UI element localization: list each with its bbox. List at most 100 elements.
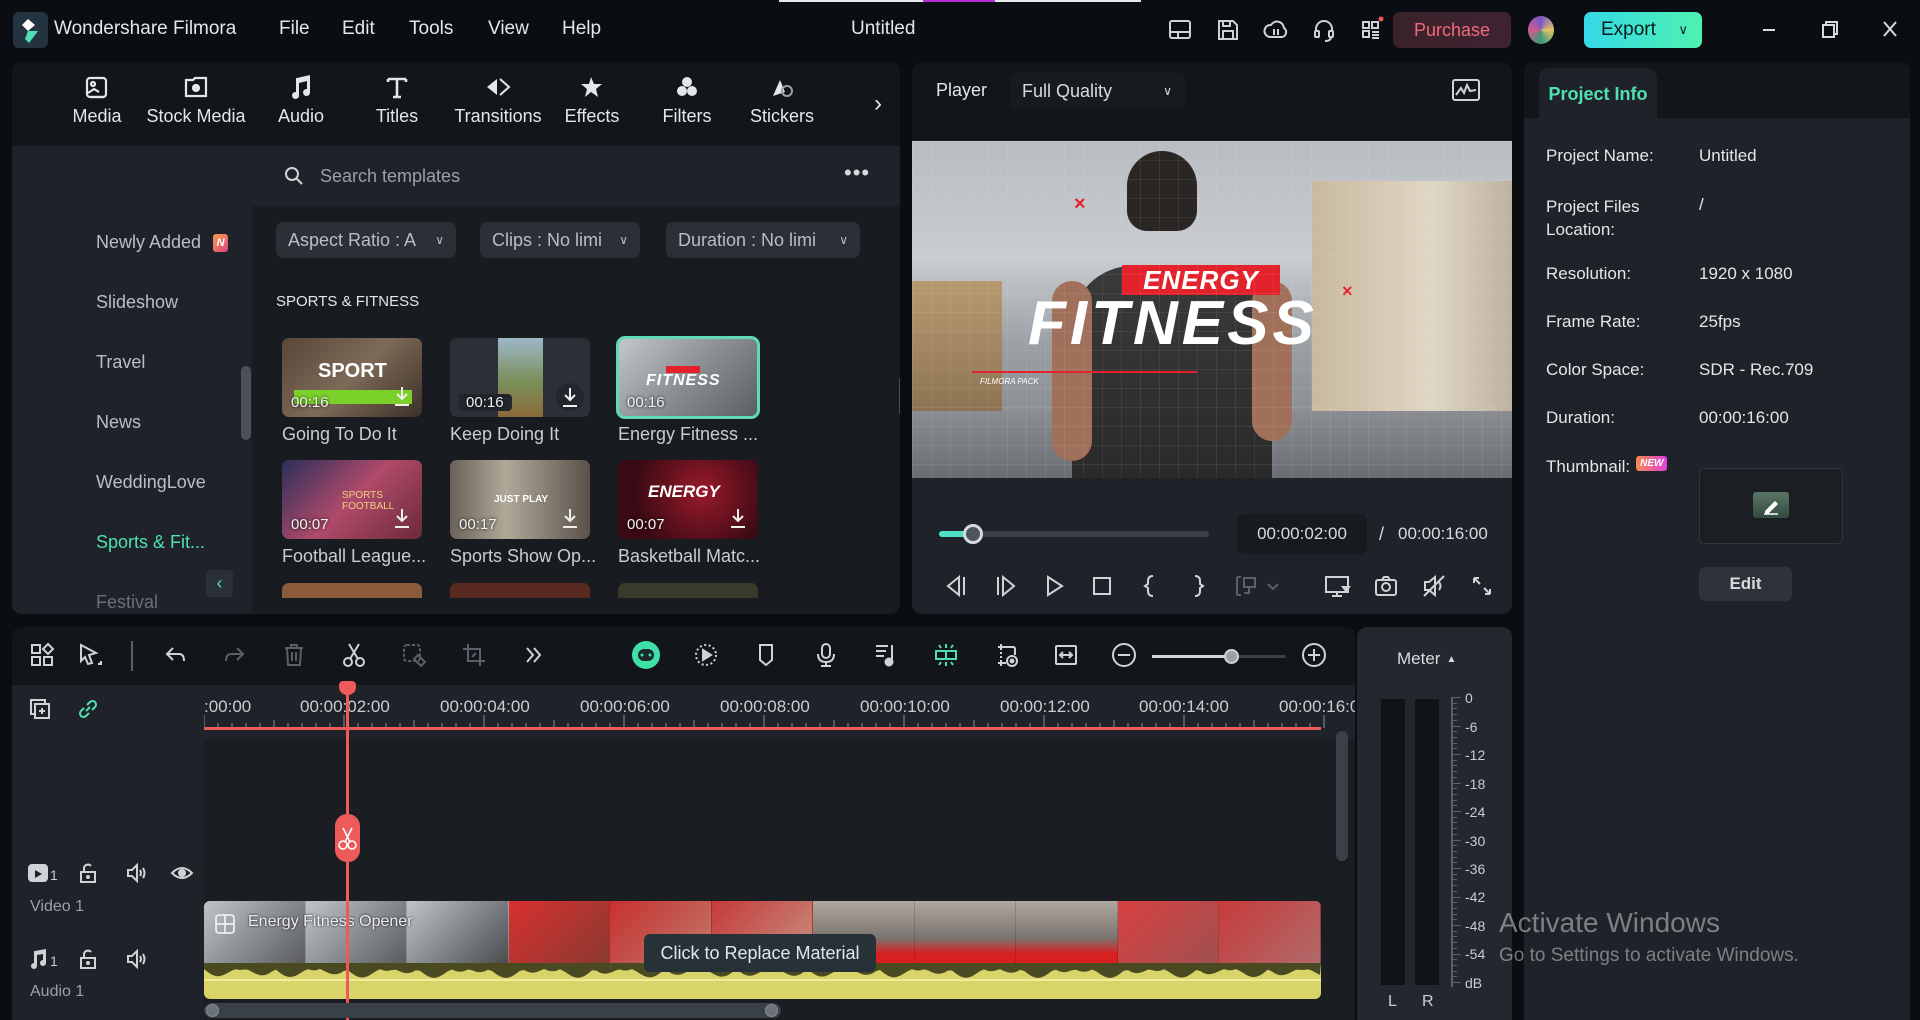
template-card-selected[interactable]: FITNESS 00:16 Energy Fitness ... (616, 336, 760, 445)
sidebar-item-sports-fitness[interactable]: Sports & Fit... (96, 532, 205, 553)
purchase-button[interactable]: Purchase (1393, 12, 1511, 48)
menu-view[interactable]: View (488, 18, 529, 40)
prev-frame-icon[interactable] (942, 572, 970, 600)
sidebar-item-news[interactable]: News (96, 412, 141, 433)
tab-audio[interactable]: Audio (266, 72, 336, 127)
template-card[interactable] (618, 583, 758, 598)
playback-scrubber[interactable] (939, 524, 1209, 544)
timeline-horizontal-scrollbar[interactable] (204, 1003, 781, 1018)
download-icon[interactable] (556, 383, 584, 411)
sidebar-item-slideshow[interactable]: Slideshow (96, 292, 178, 313)
tab-filters[interactable]: Filters (652, 72, 722, 127)
time-ruler[interactable]: :00:00 00:00:02:00 00:00:04:00 00:00:06:… (204, 685, 1355, 739)
ai-copilot-icon[interactable] (630, 639, 662, 671)
more-options-icon[interactable]: ••• (844, 160, 870, 186)
scroll-handle-left[interactable] (206, 1004, 219, 1017)
next-frame-icon[interactable] (992, 572, 1020, 600)
tab-effects[interactable]: Effects (557, 72, 627, 127)
microphone-icon[interactable] (812, 641, 840, 669)
save-icon[interactable] (1214, 16, 1242, 44)
download-icon[interactable] (392, 385, 412, 407)
download-icon[interactable] (560, 507, 580, 529)
tab-media[interactable]: Media (62, 72, 132, 127)
play-icon[interactable] (1040, 572, 1068, 600)
lock-icon[interactable] (76, 947, 100, 971)
timeline-tracks[interactable]: :00:00 00:00:02:00 00:00:04:00 00:00:06:… (204, 681, 1355, 1020)
template-card[interactable]: SPORTS FOOTBALL 00:07 Football League... (282, 460, 426, 567)
snap-icon[interactable] (932, 641, 960, 669)
timeline-vertical-scrollbar[interactable] (1336, 731, 1348, 861)
fit-timeline-icon[interactable] (1052, 641, 1080, 669)
current-timecode[interactable]: 00:00:02:00 (1237, 514, 1367, 554)
tab-stickers[interactable]: Stickers (744, 72, 820, 127)
menu-file[interactable]: File (279, 18, 310, 40)
mark-in-icon[interactable] (1136, 572, 1164, 600)
avatar[interactable] (1528, 16, 1554, 44)
video-preview[interactable]: ENERGY FITNESS FILMORA PACK × × (912, 141, 1512, 478)
template-card[interactable] (282, 583, 422, 598)
layout-icon[interactable] (1166, 16, 1194, 44)
thumbnail-box[interactable] (1699, 468, 1843, 544)
marker-icon[interactable] (752, 641, 780, 669)
more-tools-icon[interactable] (520, 641, 548, 669)
preview-render-icon[interactable] (992, 641, 1020, 669)
tab-transitions[interactable]: Transitions (450, 72, 546, 127)
edit-thumbnail-button[interactable]: Edit (1699, 567, 1792, 601)
add-track-icon[interactable] (28, 697, 52, 721)
cloud-icon[interactable] (1262, 16, 1290, 44)
clips-filter[interactable]: Clips : No limi ∨ (480, 222, 640, 258)
auto-beat-icon[interactable] (692, 641, 720, 669)
duration-filter[interactable]: Duration : No limi ∨ (666, 222, 860, 258)
menu-tools[interactable]: Tools (409, 18, 453, 40)
close-icon[interactable] (1875, 14, 1905, 44)
stop-icon[interactable] (1088, 572, 1116, 600)
zoom-out-icon[interactable] (1110, 641, 1138, 669)
link-icon[interactable] (76, 697, 100, 721)
search-input[interactable] (320, 160, 800, 192)
display-icon[interactable] (1323, 572, 1351, 600)
minimize-icon[interactable] (1754, 14, 1784, 44)
volume-icon[interactable] (124, 861, 148, 885)
download-icon[interactable] (392, 507, 412, 529)
template-card[interactable]: 00:16 Keep Doing It (450, 338, 590, 445)
chevron-down-icon[interactable]: ∨ (1678, 12, 1688, 48)
zoom-in-icon[interactable] (1300, 641, 1328, 669)
quality-dropdown[interactable]: Full Quality ∨ (1010, 73, 1186, 109)
template-card[interactable]: SPORT 00:16 Going To Do It (282, 338, 422, 445)
snapshot-icon[interactable] (1372, 572, 1400, 600)
template-card[interactable]: ENERGY 00:07 Basketball Matc... (618, 460, 760, 567)
export-button[interactable]: Export ∨ (1584, 12, 1702, 48)
headset-icon[interactable] (1310, 16, 1338, 44)
volume-icon[interactable] (124, 947, 148, 971)
menu-help[interactable]: Help (562, 18, 601, 40)
download-icon[interactable] (728, 507, 748, 529)
scopes-icon[interactable] (1452, 79, 1480, 101)
menu-edit[interactable]: Edit (342, 18, 375, 40)
replace-material-tooltip[interactable]: Click to Replace Material (644, 934, 876, 972)
select-tool-icon[interactable] (76, 641, 104, 669)
grid-scrollbar[interactable] (899, 376, 900, 416)
undo-icon[interactable] (162, 641, 190, 669)
aspect-ratio-filter[interactable]: Aspect Ratio : A ∨ (276, 222, 456, 258)
chevron-right-icon[interactable]: › (874, 90, 882, 118)
layout-grid-icon[interactable] (28, 641, 56, 669)
collapse-sidebar-icon[interactable]: ‹ (206, 570, 233, 597)
apps-icon[interactable] (1358, 16, 1386, 44)
timeline-zoom-slider[interactable] (1152, 649, 1286, 664)
zoom-slider-handle[interactable] (1224, 649, 1240, 664)
sidebar-item-travel[interactable]: Travel (96, 352, 145, 373)
meter-toggle[interactable]: Meter ▲ (1397, 649, 1456, 669)
restore-icon[interactable] (1815, 14, 1845, 44)
template-card[interactable]: JUST PLAY 00:17 Sports Show Op... (450, 460, 596, 567)
mark-out-icon[interactable] (1184, 572, 1212, 600)
sidebar-item-festival[interactable]: Festival (96, 592, 158, 613)
scroll-handle-right[interactable] (765, 1004, 778, 1017)
fullscreen-icon[interactable] (1468, 572, 1496, 600)
eye-icon[interactable] (170, 861, 194, 885)
tab-titles[interactable]: Titles (362, 72, 432, 127)
sidebar-scrollbar[interactable] (241, 366, 251, 440)
audio-stretch-icon[interactable] (872, 641, 900, 669)
sidebar-item-newly-added[interactable]: Newly Added N (96, 232, 229, 253)
tab-project-info[interactable]: Project Info (1539, 68, 1657, 118)
lock-icon[interactable] (76, 861, 100, 885)
